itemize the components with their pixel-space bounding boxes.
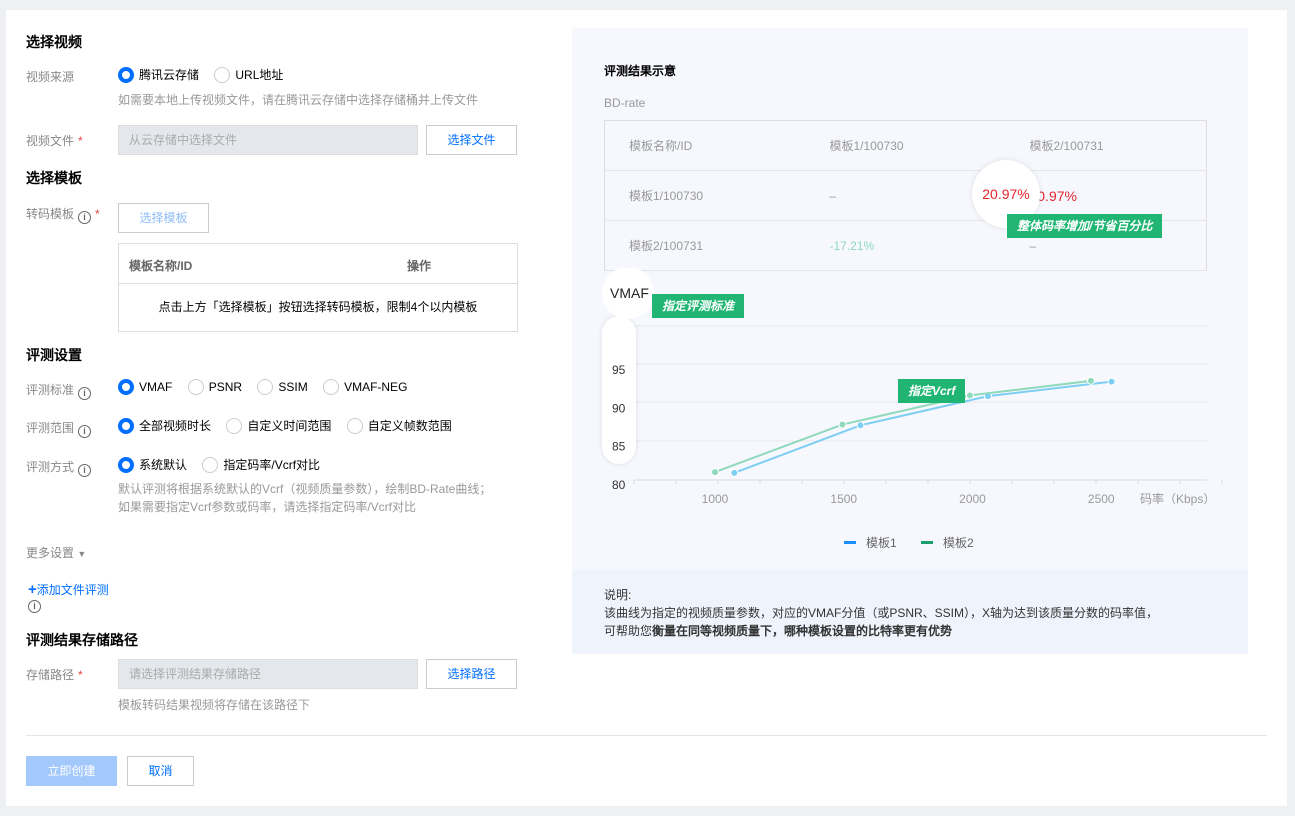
data-point [1086, 376, 1095, 385]
info-icon: i [78, 387, 92, 400]
explanation: 说明: 该曲线为指定的视频质量参数，对应的VMAF分值（或PSNR、SSIM），… [572, 570, 1248, 654]
example-panel: 评测结果示意 BD-rate 模板名称/ID 模板1/100730 模板2/1007… [572, 28, 1248, 654]
method-hint: 默认评测将根据系统默认的Vcrf（视频质量参数），绘制BD-Rate曲线； 如果需… [118, 482, 492, 514]
data-point [711, 468, 719, 477]
section-title-template: 选择模板 [26, 170, 82, 186]
col-name: 模板名称/ID [129, 259, 193, 273]
file-label: 视频文件 * [26, 134, 83, 148]
storage-path-input[interactable]: 请选择评测结果存储路径 [118, 659, 418, 689]
radio-range-all[interactable]: 全部视频时长 [118, 417, 211, 434]
template-label: 转码模板 i * [26, 207, 100, 224]
create-button[interactable]: 立即创建 [26, 756, 117, 786]
storage-hint: 模板转码结果视频将存储在该路径下 [118, 698, 311, 712]
x-tick-label: 2000 [959, 492, 986, 506]
section-title-video: 选择视频 [26, 34, 82, 50]
data-point [856, 421, 865, 430]
radio-psnr[interactable]: PSNR [187, 379, 242, 395]
file-input[interactable]: 从云存储中选择文件 [118, 125, 418, 155]
info-icon: i [78, 464, 92, 477]
more-settings-toggle[interactable]: 更多设置 ▼ [26, 544, 86, 561]
choose-template-button[interactable]: 选择模板 [118, 203, 209, 233]
legend-swatch [921, 541, 933, 544]
section-title-storage: 评测结果存储路径 [26, 632, 138, 648]
radio-vmaf[interactable]: VMAF [118, 379, 172, 395]
legend-swatch [844, 541, 856, 544]
radio-range-time[interactable]: 自定义时间范围 [226, 417, 331, 434]
data-point [1107, 377, 1116, 386]
x-tick-label: 1500 [830, 492, 857, 506]
bd-rate-label: BD-rate [604, 96, 646, 110]
range-label: 评测范围 i [26, 419, 92, 438]
y-tick-label: 95 [612, 363, 626, 377]
x-tick-label: 1000 [702, 492, 729, 506]
method-label: 评测方式 i [26, 458, 92, 477]
y-tick-label: 85 [612, 440, 626, 454]
data-point [730, 468, 739, 477]
example-title: 评测结果示意 [604, 64, 677, 78]
x-tick-label: 2500 [1088, 492, 1115, 506]
divider [26, 735, 1267, 736]
y-tick-label: 80 [612, 478, 626, 492]
radio-url[interactable]: URL地址 [214, 66, 283, 83]
choose-path-button[interactable]: 选择路径 [426, 659, 517, 689]
radio-vmaf-neg[interactable]: VMAF-NEG [323, 379, 407, 395]
plus-icon: + [28, 581, 37, 598]
info-icon: i [78, 211, 92, 224]
source-hint: 如需要本地上传视频文件，请在腾讯云存储中选择存储桶并上传文件 [118, 93, 479, 107]
legend-label: 模板2 [943, 536, 974, 550]
source-label: 视频来源 [26, 70, 75, 84]
standard-label: 评测标准 i [26, 381, 92, 400]
tag-standard: 指定评测标准 [652, 294, 745, 318]
radio-method-default[interactable]: 系统默认 [118, 456, 187, 473]
radio-cos[interactable]: 腾讯云存储 [118, 66, 199, 83]
data-point [838, 420, 847, 429]
storage-label: 存储路径 * [26, 668, 83, 682]
choose-file-button[interactable]: 选择文件 [426, 125, 517, 155]
cancel-button[interactable]: 取消 [127, 756, 194, 786]
radio-method-custom[interactable]: 指定码率/Vcrf对比 [202, 456, 320, 473]
add-file-eval-link[interactable]: +添加文件评测 [28, 581, 109, 598]
y-tick-label: 90 [612, 401, 626, 415]
col-op: 操作 [407, 259, 432, 273]
legend-label: 模板1 [866, 536, 897, 550]
radio-ssim[interactable]: SSIM [257, 379, 308, 395]
section-title-eval: 评测设置 [26, 347, 82, 363]
empty-text: 点击上方「选择模板」按钮选择转码模板，限制4个以内模板 [158, 300, 478, 314]
info-icon: i [78, 425, 92, 438]
info-icon: i [28, 600, 41, 613]
y-axis-label: VMAF [610, 285, 649, 301]
x-axis-label: 码率（Kbps） [1140, 491, 1215, 506]
radio-range-frames[interactable]: 自定义帧数范围 [346, 417, 452, 434]
tag-bd-percent: 整体码率增加/节省百分比 [1007, 214, 1163, 238]
template-table: 模板名称/ID 操作 点击上方「选择模板」按钮选择转码模板，限制4个以内模板 [118, 243, 518, 332]
caret-down-icon: ▼ [77, 549, 87, 559]
bd-rate-table: 模板名称/ID 模板1/100730 模板2/100731 模板1/100730–2… [604, 120, 1207, 271]
data-point [965, 391, 974, 400]
tag-vcrf: 指定Vcrf [898, 379, 966, 403]
